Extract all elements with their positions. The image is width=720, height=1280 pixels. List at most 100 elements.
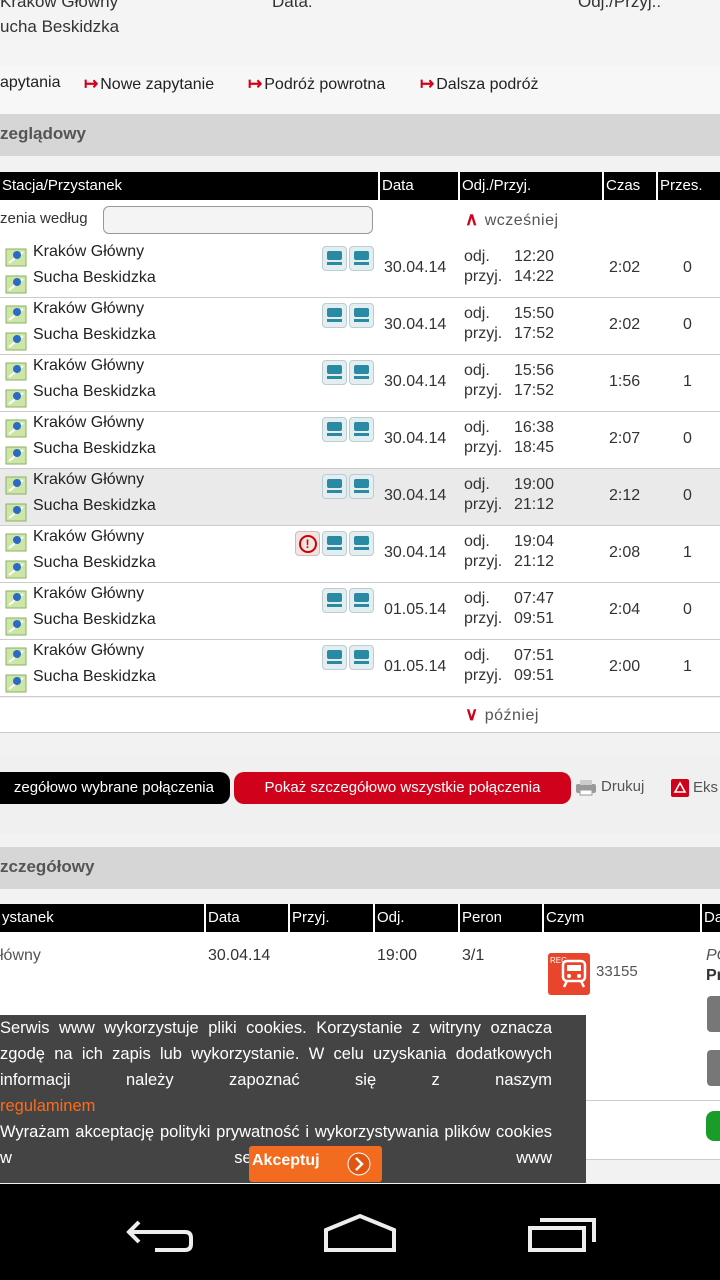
departure-time: 07:47 <box>514 590 555 607</box>
map-pin-icon <box>5 674 27 693</box>
duration: 2:04 <box>609 601 641 618</box>
regulations-link[interactable]: regulaminem <box>0 1097 95 1115</box>
departure-time: 12:20 <box>514 248 555 265</box>
dep-label: odj. <box>464 533 490 550</box>
detail-station: łówny <box>0 947 41 964</box>
bus-icon <box>349 531 374 556</box>
connection-date: 01.05.14 <box>384 601 447 618</box>
station-to: Sucha Beskidzka <box>33 611 156 628</box>
summary-row: Kraków Główny Data: Odj./Przyj.: <box>0 0 661 12</box>
map-pin-icon <box>5 503 27 522</box>
map-pin-icon <box>5 419 27 438</box>
detail-button[interactable] <box>707 996 720 1032</box>
transport-icons <box>322 645 374 670</box>
transport-icons <box>322 588 374 613</box>
chevron-down-icon: ∨ <box>465 704 479 724</box>
col-station: Stacja/Przystanek <box>2 177 123 194</box>
map-pin-icon <box>5 476 27 495</box>
edit-query-link[interactable]: apytania <box>0 74 61 92</box>
dep-label: odj. <box>464 419 490 436</box>
dep-label: odj. <box>464 647 490 664</box>
dep-label: odj. <box>464 362 490 379</box>
col-detail-date: Data <box>204 904 288 932</box>
later-button[interactable]: ∨ później <box>465 704 539 725</box>
connection-row[interactable]: Kraków Główny Sucha Beskidzka 30.04.14 odj.… <box>0 355 720 412</box>
detail-button-2[interactable] <box>707 1050 720 1086</box>
transport-icons <box>322 246 374 271</box>
changes: 1 <box>683 373 692 390</box>
col-changes: Przes. <box>656 172 718 200</box>
show-selected-button[interactable]: zegółowo wybrane połączenia <box>0 772 230 804</box>
arr-label: przyj. <box>464 496 503 513</box>
arrival-time: 21:12 <box>514 553 555 570</box>
green-action-button[interactable] <box>706 1111 720 1141</box>
bus-icon <box>322 360 347 385</box>
detail-section-header: zczegółowy <box>0 847 720 889</box>
connection-row[interactable]: Kraków Główny Sucha Beskidzka 01.05.14 odj.… <box>0 640 720 697</box>
dep-label: odj. <box>464 248 490 265</box>
detail-date: 30.04.14 <box>208 947 271 964</box>
col-stop: ystanek <box>2 909 54 926</box>
arr-label: przyj. <box>464 325 503 342</box>
recent-apps-icon[interactable] <box>526 1216 598 1254</box>
duration: 2:07 <box>609 430 641 447</box>
col-date: Data <box>378 172 458 200</box>
arr-label: przyj. <box>464 610 503 627</box>
connection-row[interactable]: Kraków Główny Sucha Beskidzka 30.04.14 odj.… <box>0 298 720 355</box>
connection-date: 30.04.14 <box>384 487 447 504</box>
connection-date: 30.04.14 <box>384 316 447 333</box>
filter-select[interactable] <box>103 206 373 234</box>
home-icon[interactable] <box>322 1212 398 1254</box>
departure-time: 16:38 <box>514 419 555 436</box>
map-pin-icon <box>5 533 27 552</box>
continue-trip-link[interactable]: ↦ Dalsza podróż <box>420 74 539 94</box>
map-pin-icon <box>5 248 27 267</box>
duration: 2:00 <box>609 658 641 675</box>
station-to: Sucha Beskidzka <box>33 554 156 571</box>
bus-icon <box>322 645 347 670</box>
duration: 2:08 <box>609 544 641 561</box>
station-to: Sucha Beskidzka <box>33 326 156 343</box>
connection-row[interactable]: Kraków Główny Sucha Beskidzka 30.04.14 odj.… <box>0 241 720 298</box>
station-to: Sucha Beskidzka <box>33 497 156 514</box>
connection-row[interactable]: Kraków Główny Sucha Beskidzka 30.04.14 odj.… <box>0 412 720 469</box>
connection-date: 30.04.14 <box>384 544 447 561</box>
chevron-up-icon: ∧ <box>465 209 479 229</box>
print-button[interactable]: Drukuj <box>575 778 644 796</box>
detail-table-header: ystanek Data Przyj. Odj. Peron Czym Da <box>0 904 720 932</box>
departure-time: 15:50 <box>514 305 555 322</box>
summary-time-label: Odj./Przyj.: <box>578 0 662 11</box>
transport-icons <box>322 417 374 442</box>
connection-date: 30.04.14 <box>384 373 447 390</box>
map-pin-icon <box>5 446 27 465</box>
show-all-button[interactable]: Pokaż szczegółowo wszystkie połączenia <box>234 772 571 804</box>
map-pin-icon <box>5 332 27 351</box>
station-from: Kraków Główny <box>33 585 145 602</box>
earlier-button[interactable]: ∧ wcześniej <box>465 209 559 230</box>
new-query-link[interactable]: ↦ Nowe zapytanie <box>84 74 214 94</box>
connection-row[interactable]: Kraków Główny Sucha Beskidzka 01.05.14 odj.… <box>0 583 720 640</box>
return-trip-link[interactable]: ↦ Podróż powrotna <box>248 74 385 94</box>
map-pin-icon <box>5 275 27 294</box>
detail-platform: 3/1 <box>462 947 485 964</box>
filter-label: zenia według <box>0 210 88 227</box>
station-to: Sucha Beskidzka <box>33 668 156 685</box>
changes: 0 <box>683 316 692 333</box>
accept-cookies-button[interactable]: Akceptuj <box>249 1146 382 1182</box>
detail-remark: PO <box>706 947 720 964</box>
connection-row[interactable]: Kraków Główny Sucha Beskidzka! 30.04.14 odj… <box>0 526 720 583</box>
export-pdf-button[interactable]: Eks <box>670 778 718 798</box>
connection-row[interactable]: Kraków Główny Sucha Beskidzka 30.04.14 odj.… <box>0 469 720 526</box>
arrival-time: 18:45 <box>514 439 555 456</box>
arr-label: przyj. <box>464 553 503 570</box>
departure-time: 19:04 <box>514 533 555 550</box>
arr-label: przyj. <box>464 382 503 399</box>
warning-icon[interactable]: ! <box>295 531 320 556</box>
col-time: Odj./Przyj. <box>458 172 602 200</box>
back-icon[interactable] <box>125 1214 195 1254</box>
col-arrival: Przyj. <box>288 904 373 932</box>
bus-icon <box>322 417 347 442</box>
dep-label: odj. <box>464 590 490 607</box>
bus-icon <box>349 645 374 670</box>
map-pin-icon <box>5 362 27 381</box>
